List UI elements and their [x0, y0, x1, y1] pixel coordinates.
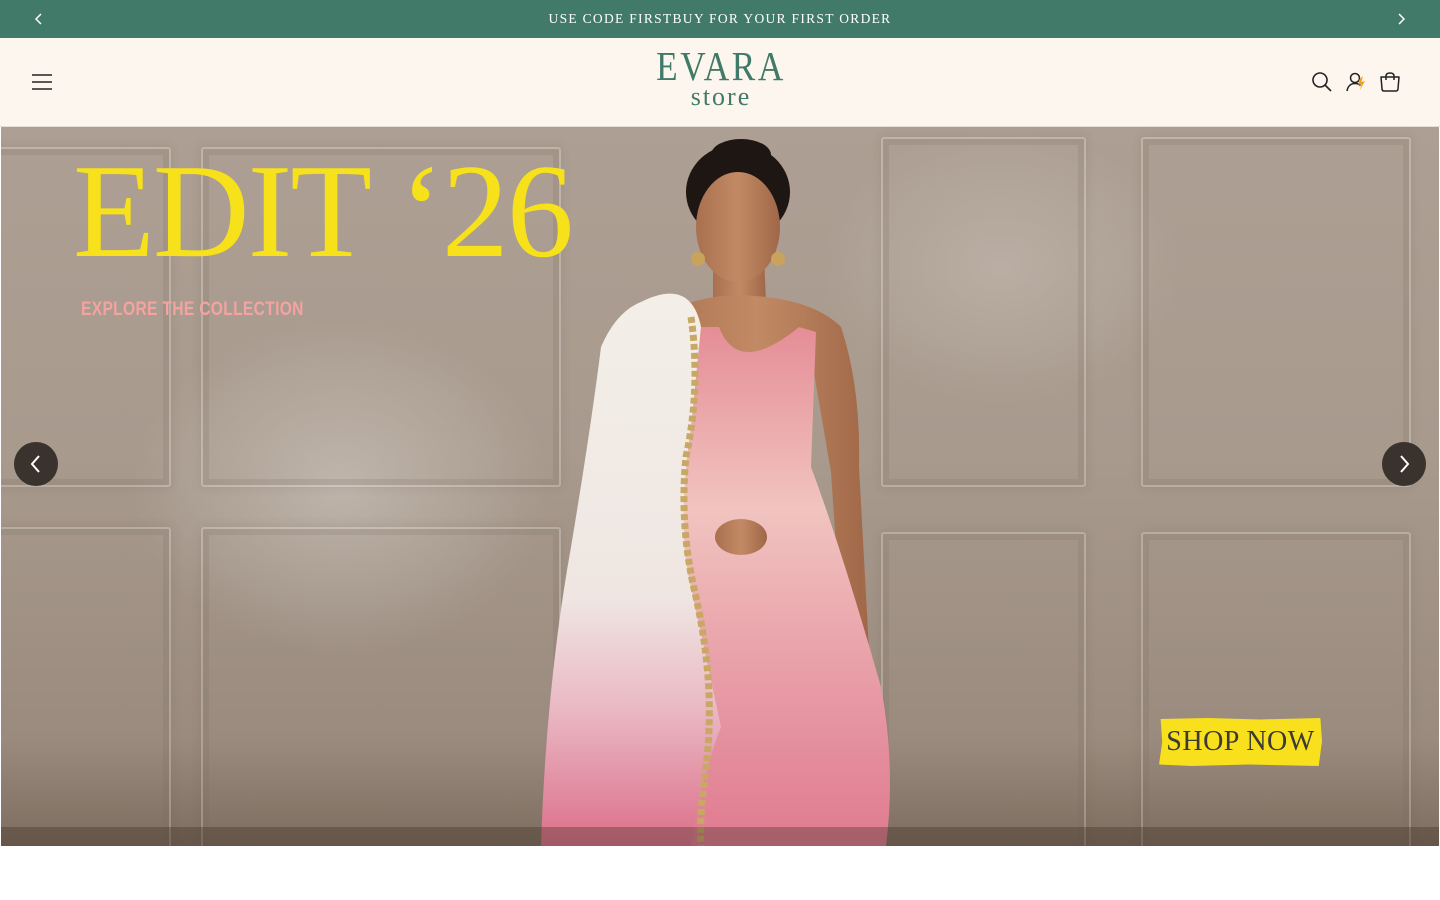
- account-icon: [1346, 72, 1365, 92]
- cart-button[interactable]: [1374, 66, 1406, 98]
- shop-now-button[interactable]: SHOP NOW: [1159, 718, 1322, 766]
- announcement-bar: USE CODE FIRSTBUY FOR YOUR FIRST ORDER: [0, 0, 1440, 38]
- announcement-prev-button[interactable]: [29, 9, 49, 29]
- logo-wordmark: EVARA: [656, 43, 786, 89]
- hero-banner: EDIT ‘26 EXPLORE THE COLLECTION SHOP NOW: [1, 127, 1439, 846]
- store-logo[interactable]: EVARA store: [620, 44, 822, 120]
- chevron-right-icon: [1398, 13, 1406, 25]
- slide-next-button[interactable]: [1382, 442, 1426, 486]
- search-icon: [1312, 72, 1332, 92]
- slide-prev-button[interactable]: [14, 442, 58, 486]
- menu-button[interactable]: [27, 66, 57, 98]
- hamburger-menu-icon: [32, 74, 52, 90]
- cart-icon: [1380, 72, 1400, 92]
- chevron-right-icon: [1400, 455, 1410, 473]
- chevron-left-icon: [34, 13, 42, 25]
- announcement-next-button[interactable]: [1391, 9, 1411, 29]
- search-button[interactable]: [1306, 66, 1338, 98]
- hero-title: EDIT ‘26: [73, 137, 574, 285]
- chevron-left-icon: [30, 455, 40, 473]
- account-button[interactable]: [1340, 66, 1372, 98]
- site-header: EVARA store: [0, 38, 1440, 127]
- hero-subtitle[interactable]: EXPLORE THE COLLECTION: [81, 299, 304, 321]
- announcement-text: USE CODE FIRSTBUY FOR YOUR FIRST ORDER: [548, 11, 892, 26]
